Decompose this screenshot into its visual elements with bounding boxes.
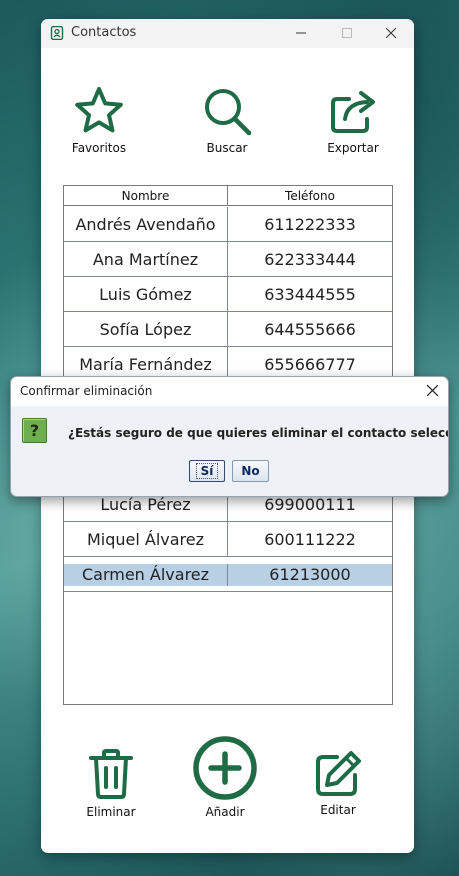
contact-phone: 633444555: [228, 277, 392, 312]
export-label: Exportar: [327, 141, 379, 155]
delete-label: Eliminar: [86, 805, 136, 819]
contact-name: Andrés Avendaño: [64, 207, 228, 242]
dialog-title: Confirmar eliminación: [20, 384, 153, 398]
add-circle-icon: [193, 736, 257, 800]
table-row[interactable]: Luis Gómez 633444555: [64, 277, 392, 312]
trash-icon: [89, 749, 133, 799]
search-icon: [205, 89, 252, 136]
no-button[interactable]: No: [232, 460, 269, 482]
contact-phone: 61213000: [228, 564, 392, 586]
edit-button[interactable]: Editar: [308, 749, 368, 817]
delete-button[interactable]: Eliminar: [81, 747, 141, 819]
maximize-icon: [342, 28, 352, 38]
table-row-selected[interactable]: Carmen Álvarez 61213000: [64, 557, 392, 592]
maximize-button[interactable]: [324, 19, 370, 48]
contact-name: Carmen Álvarez: [64, 564, 228, 586]
contact-book-icon: [50, 26, 64, 40]
dialog-close-button[interactable]: [423, 381, 443, 401]
column-header-phone[interactable]: Teléfono: [228, 186, 392, 206]
contact-phone: 622333444: [228, 242, 392, 277]
edit-label: Editar: [320, 803, 356, 817]
table-row[interactable]: Miquel Álvarez 600111222: [64, 522, 392, 557]
edit-icon: [316, 751, 361, 796]
question-icon: ?: [22, 418, 47, 443]
window-title: Contactos: [71, 25, 137, 40]
contact-name: Luis Gómez: [64, 277, 228, 312]
add-button[interactable]: Añadir: [190, 735, 260, 819]
close-icon: [386, 28, 396, 38]
favorites-label: Favoritos: [71, 141, 127, 155]
minimize-icon: [296, 32, 306, 34]
contact-phone: 611222333: [228, 207, 392, 242]
close-icon: [427, 385, 438, 396]
yes-label: Sí: [195, 463, 219, 479]
dialog-message: ¿Estás seguro de que quieres eliminar el…: [68, 426, 449, 440]
table-header: Nombre Teléfono: [64, 186, 392, 206]
add-label: Añadir: [205, 805, 245, 819]
star-icon: [75, 87, 123, 133]
search-label: Buscar: [206, 141, 248, 155]
table-row[interactable]: Ana Martínez 622333444: [64, 242, 392, 277]
close-button[interactable]: [368, 19, 414, 48]
contact-phone: 644555666: [228, 312, 392, 347]
no-label: No: [241, 464, 260, 478]
export-button[interactable]: Exportar: [321, 85, 385, 155]
contact-name: Miquel Álvarez: [64, 522, 228, 557]
favorites-button[interactable]: Favoritos: [69, 85, 129, 155]
yes-button[interactable]: Sí: [189, 460, 225, 482]
contact-name: Sofía López: [64, 312, 228, 347]
column-header-name[interactable]: Nombre: [64, 186, 228, 206]
search-button[interactable]: Buscar: [197, 85, 257, 155]
contact-name: Ana Martínez: [64, 242, 228, 277]
table-row[interactable]: Andrés Avendaño 611222333: [64, 207, 392, 242]
confirm-delete-dialog: Confirmar eliminación ? ¿Estás seguro de…: [10, 376, 449, 497]
contact-phone: 600111222: [228, 522, 392, 557]
dialog-title-bar[interactable]: Confirmar eliminación: [11, 377, 448, 406]
table-bottom-rule: [64, 591, 392, 592]
minimize-button[interactable]: [278, 19, 324, 48]
share-export-icon: [331, 91, 375, 133]
table-row[interactable]: Sofía López 644555666: [64, 312, 392, 347]
title-bar[interactable]: Contactos: [41, 19, 414, 48]
